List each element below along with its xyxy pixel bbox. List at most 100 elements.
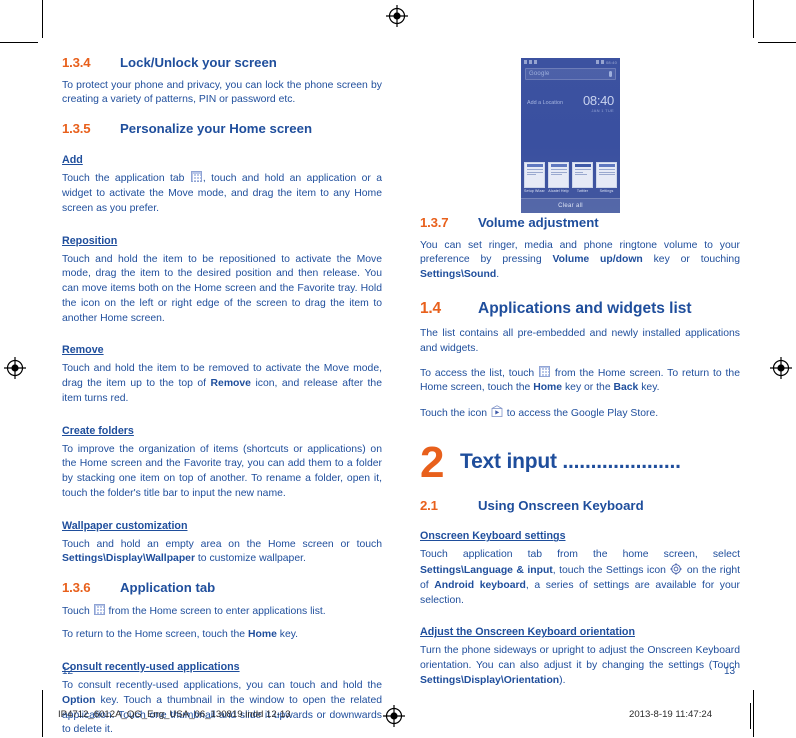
thumb-header	[526, 164, 543, 167]
lock-unlock-body: To protect your phone and privacy, you c…	[62, 79, 382, 106]
crop-mark-top-left-horizontal	[0, 42, 38, 43]
recent-apps-list: Setup Wizard Alcatel Help Twitter Settin…	[524, 161, 617, 193]
access-list-body: To access the list, touch from the Home …	[420, 365, 740, 397]
settings-language-path: Settings\Language & input	[420, 565, 553, 576]
clock-weather-widget[interactable]: Add a Location 08:40 JAN 1 TUE	[527, 94, 614, 113]
apps-list-body: The list contains all pre-embedded and n…	[420, 328, 740, 354]
section-title: Personalize your Home screen	[120, 121, 313, 137]
access-part4: key.	[638, 382, 660, 394]
section-title: Application tab	[120, 580, 216, 596]
crop-mark-top-right-vertical	[753, 0, 754, 38]
add-location-label[interactable]: Add a Location	[527, 94, 563, 106]
thumb-line	[598, 171, 615, 173]
apptab-return-body: To return to the Home screen, touch the …	[62, 628, 382, 643]
back-key-label: Back	[613, 382, 639, 394]
thumb-line	[574, 169, 591, 171]
widget-date: JAN 1 TUE	[591, 108, 614, 113]
or-part2: ).	[559, 674, 566, 686]
registration-mark-footer	[383, 705, 405, 727]
gear-icon	[670, 563, 682, 575]
signal-icon	[524, 60, 527, 64]
thumb-line	[598, 174, 615, 176]
remove-body: Touch and hold the item to be removed to…	[62, 362, 382, 406]
application-tab-icon	[539, 365, 551, 377]
app-thumbnail[interactable]	[524, 161, 545, 188]
page-number-right: 13	[724, 666, 736, 677]
consult-part1: To consult recently-used applications, y…	[62, 680, 382, 692]
settings-sound-path: Settings\Sound	[420, 269, 497, 281]
chapter-number: 2	[420, 438, 445, 487]
access-part1: To access the list, touch	[420, 367, 535, 379]
left-page-column: 1.3.4 Lock/Unlock your screen To protect…	[62, 55, 382, 738]
return-part1: To return to the Home screen, touch the	[62, 629, 248, 641]
recent-app-label: Twitter	[576, 189, 589, 193]
keyboard-settings-body: Touch application tab from the home scre…	[420, 548, 740, 608]
subheading-consult-recent-apps: Consult recently-used applications	[62, 661, 240, 674]
thumb-header	[574, 164, 591, 167]
volume-part2: key or touching	[642, 254, 740, 266]
android-keyboard-label: Android keyboard	[434, 579, 526, 591]
thumb-line	[574, 171, 583, 173]
crop-mark-bottom-right-vertical	[753, 690, 754, 737]
home-key-label: Home	[533, 382, 563, 394]
app-thumbnail[interactable]	[572, 161, 593, 188]
section-number: 1.4	[420, 299, 441, 317]
section-number: 1.3.5	[62, 121, 91, 137]
reposition-body: Touch and hold the item to be reposition…	[62, 253, 382, 324]
google-search-bar[interactable]: Google	[525, 68, 616, 80]
chapter-heading-2: 2 Text input .....................	[420, 438, 740, 487]
thumb-line	[550, 171, 567, 173]
subheading-add: Add	[62, 153, 83, 166]
app-thumbnail[interactable]	[596, 161, 617, 188]
recent-app-card[interactable]: Twitter	[572, 161, 593, 193]
kb-part2: , touch the Settings icon	[552, 565, 666, 576]
thumb-line	[550, 169, 567, 171]
recent-app-label: Alcatel Help	[548, 189, 569, 193]
status-right-icons: 08:40	[595, 60, 617, 65]
volume-body: You can set ringer, media and phone ring…	[420, 239, 740, 283]
application-tab-icon	[93, 603, 105, 615]
section-heading-1-3-6: 1.3.6 Application tab	[62, 580, 382, 597]
print-filename: IP4712_6012A_QG_Eng_USA_06_130819.indd 1…	[58, 709, 291, 720]
wallpaper-body-part1: Touch and hold an empty area on the Home…	[62, 538, 382, 550]
option-key-label: Option	[62, 694, 96, 706]
footer-divider-line	[750, 703, 751, 729]
registration-mark-right	[770, 357, 792, 379]
recent-app-label: Setup Wizard	[524, 189, 545, 193]
microphone-icon[interactable]	[609, 71, 612, 77]
section-heading-1-3-7: 1.3.7 Volume adjustment	[420, 215, 740, 232]
play-part2: to access the Google Play Store.	[506, 408, 659, 420]
return-part2: key.	[276, 629, 299, 641]
remove-keyword: Remove	[210, 378, 251, 390]
section-heading-1-3-4: 1.3.4 Lock/Unlock your screen	[62, 55, 382, 72]
recent-app-card[interactable]: Setup Wizard	[524, 161, 545, 193]
section-number: 1.3.4	[62, 55, 91, 70]
apptab-body-part2: from the Home screen to enter applicatio…	[108, 605, 326, 617]
thumb-header	[598, 164, 615, 167]
wallpaper-body-part2: to customize wallpaper.	[195, 553, 306, 565]
thumb-line	[526, 169, 543, 171]
thumb-line	[526, 171, 543, 173]
registration-mark-top-center	[386, 5, 408, 27]
play-part1: Touch the icon	[420, 408, 488, 420]
add-body: Touch the application tab , touch and ho…	[62, 171, 382, 216]
section-title: Applications and widgets list	[478, 299, 692, 317]
subheading-remove: Remove	[62, 344, 104, 357]
play-store-icon	[491, 405, 503, 418]
chapter-title: Text input .....................	[460, 450, 681, 472]
access-part3: key or the	[562, 382, 614, 394]
subheading-adjust-orientation: Adjust the Onscreen Keyboard orientation	[420, 626, 635, 639]
subheading-reposition: Reposition	[62, 234, 118, 247]
battery-icon	[600, 60, 604, 64]
section-heading-1-3-5: 1.3.5 Personalize your Home screen	[62, 121, 382, 138]
section-number: 1.3.6	[62, 580, 91, 596]
clear-all-button[interactable]: Clear all	[521, 198, 620, 213]
sim-icon	[534, 60, 537, 64]
recent-app-card[interactable]: Settings	[596, 161, 617, 193]
thumb-line	[574, 174, 588, 176]
app-thumbnail[interactable]	[548, 161, 569, 188]
thumb-line	[598, 169, 615, 171]
play-store-body: Touch the icon to access the Google Play…	[420, 405, 740, 422]
recent-app-card[interactable]: Alcatel Help	[548, 161, 569, 193]
volume-key-label: Volume up/down	[552, 254, 643, 266]
